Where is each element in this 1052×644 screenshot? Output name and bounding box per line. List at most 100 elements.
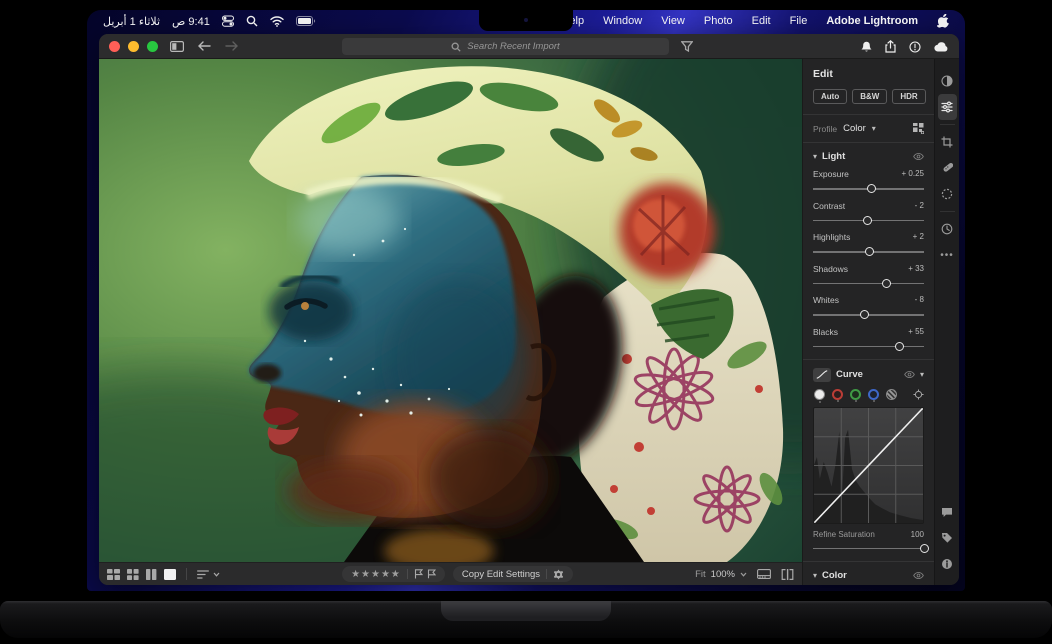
auto-button[interactable]: Auto — [813, 89, 848, 104]
menu-window[interactable]: Window — [603, 15, 642, 27]
slider-track[interactable] — [813, 247, 924, 256]
control-center-icon[interactable] — [221, 15, 234, 27]
healing-brush-icon[interactable] — [938, 155, 957, 181]
section-collapse-icon[interactable]: ▾ — [813, 571, 817, 580]
slider-track[interactable] — [813, 215, 924, 225]
slider-value: + 55 — [908, 326, 924, 336]
light-section-header[interactable]: ▾ Light — [813, 151, 924, 162]
sync-issue-icon[interactable] — [909, 40, 921, 53]
spotlight-icon[interactable] — [246, 15, 258, 27]
tool-rail: ••• — [934, 59, 959, 585]
forward-arrow-icon[interactable] — [225, 41, 238, 51]
zoom-level: 100% — [710, 568, 735, 580]
info-icon[interactable] — [938, 551, 957, 577]
hdr-button[interactable]: HDR — [892, 89, 926, 104]
slider-knob[interactable] — [862, 215, 872, 225]
search-input[interactable]: Search Recent Import — [342, 38, 669, 55]
menu-view[interactable]: View — [661, 15, 685, 27]
battery-icon[interactable] — [295, 16, 316, 26]
eye-icon[interactable] — [913, 571, 924, 579]
flag-pick-icon[interactable] — [414, 569, 423, 579]
photo-grid-view-icon[interactable] — [107, 568, 120, 580]
menu-photo[interactable]: Photo — [704, 15, 733, 27]
slider-knob[interactable] — [865, 247, 875, 256]
masking-icon[interactable] — [938, 181, 957, 207]
channel-luminance[interactable] — [814, 388, 825, 403]
paste-settings-gear-icon[interactable] — [553, 568, 564, 580]
section-collapse-icon[interactable]: ▾ — [813, 152, 817, 161]
tone-curve-graph[interactable] — [813, 406, 924, 524]
curve-section-header[interactable]: Curve ▾ — [813, 367, 924, 382]
adjust-tone-icon[interactable] — [938, 68, 957, 94]
quick-actions: Auto B&W HDR — [813, 89, 926, 104]
slider-track[interactable] — [813, 310, 924, 319]
eye-icon[interactable] — [913, 153, 924, 160]
slider-knob[interactable] — [859, 310, 869, 319]
photo-canvas[interactable] — [99, 59, 802, 562]
slider-knob[interactable] — [866, 184, 876, 193]
targeted-adjust-icon[interactable] — [913, 388, 924, 400]
clock-time[interactable]: 9:41 ص — [172, 15, 210, 28]
profile-value[interactable]: Color — [843, 123, 866, 134]
profile-browser-icon[interactable] — [913, 123, 924, 134]
before-after-icon[interactable] — [781, 568, 794, 580]
comments-icon[interactable] — [938, 499, 957, 525]
toolbar-right-group: Fit 100% — [695, 568, 794, 580]
channel-green[interactable] — [850, 388, 861, 402]
menu-file[interactable]: File — [790, 15, 808, 27]
slider-track[interactable] — [813, 184, 924, 193]
channel-all[interactable] — [886, 388, 897, 400]
zoom-fit-control[interactable]: Fit 100% — [695, 569, 747, 580]
compare-view-icon[interactable] — [146, 568, 157, 580]
slider-track[interactable] — [813, 278, 924, 288]
star-rating[interactable]: ★★★★★ — [351, 569, 401, 580]
filter-icon[interactable] — [680, 39, 694, 57]
sidebar-toggle-icon[interactable] — [170, 40, 184, 52]
profile-label: Profile — [813, 123, 838, 134]
back-arrow-icon[interactable] — [198, 41, 211, 51]
slider-highlights: Highlights + 2 — [813, 232, 924, 256]
slider-track[interactable] — [813, 341, 924, 351]
slider-knob[interactable] — [894, 341, 904, 351]
zoom-window-button[interactable] — [147, 40, 158, 52]
channel-red[interactable] — [832, 388, 843, 402]
bw-button[interactable]: B&W — [852, 89, 888, 104]
menu-edit[interactable]: Edit — [752, 15, 771, 27]
filmstrip-toggle-icon[interactable] — [757, 569, 771, 579]
share-icon[interactable] — [885, 40, 896, 53]
edit-sliders-icon[interactable] — [937, 94, 957, 120]
menu-app-name[interactable]: Adobe Lightroom — [826, 15, 918, 27]
curve-icon[interactable] — [813, 367, 831, 382]
refine-saturation-row: Refine Saturation 100 — [813, 530, 924, 539]
laptop-hinge-notch — [441, 601, 611, 621]
slider-knob[interactable] — [919, 543, 929, 553]
channel-blue[interactable] — [868, 388, 879, 402]
more-options-icon[interactable]: ••• — [938, 242, 957, 268]
slider-knob[interactable] — [882, 278, 892, 288]
notifications-bell-icon[interactable] — [861, 41, 872, 53]
crop-icon[interactable] — [938, 129, 957, 155]
eye-icon[interactable] — [904, 371, 915, 378]
titlebar-right-icons — [861, 34, 949, 59]
flag-reject-icon[interactable] — [427, 569, 436, 579]
slider-refine-saturation — [813, 543, 929, 553]
chevron-down-icon[interactable]: ▾ — [920, 370, 924, 379]
square-grid-view-icon[interactable] — [127, 568, 139, 580]
minimize-window-button[interactable] — [128, 40, 139, 52]
close-window-button[interactable] — [109, 40, 120, 52]
clock-date[interactable]: ثلاثاء 1 أبريل — [103, 15, 160, 28]
detail-view-icon[interactable] — [164, 568, 176, 580]
keywords-tag-icon[interactable] — [938, 525, 957, 551]
slider-track[interactable] — [813, 543, 929, 553]
copy-edit-settings-button[interactable]: Copy Edit Settings — [462, 569, 540, 580]
cloud-sync-icon[interactable] — [934, 41, 949, 52]
color-section-header[interactable]: ▾ Color — [813, 570, 924, 581]
divider — [803, 358, 934, 360]
apple-logo-icon[interactable] — [937, 14, 949, 28]
versions-history-icon[interactable] — [938, 216, 957, 242]
wifi-icon[interactable] — [270, 15, 284, 27]
camera-dot — [524, 18, 528, 22]
slider-blacks: Blacks + 55 — [813, 327, 924, 351]
sort-button[interactable] — [197, 569, 220, 579]
chevron-down-icon[interactable]: ▾ — [872, 124, 876, 133]
